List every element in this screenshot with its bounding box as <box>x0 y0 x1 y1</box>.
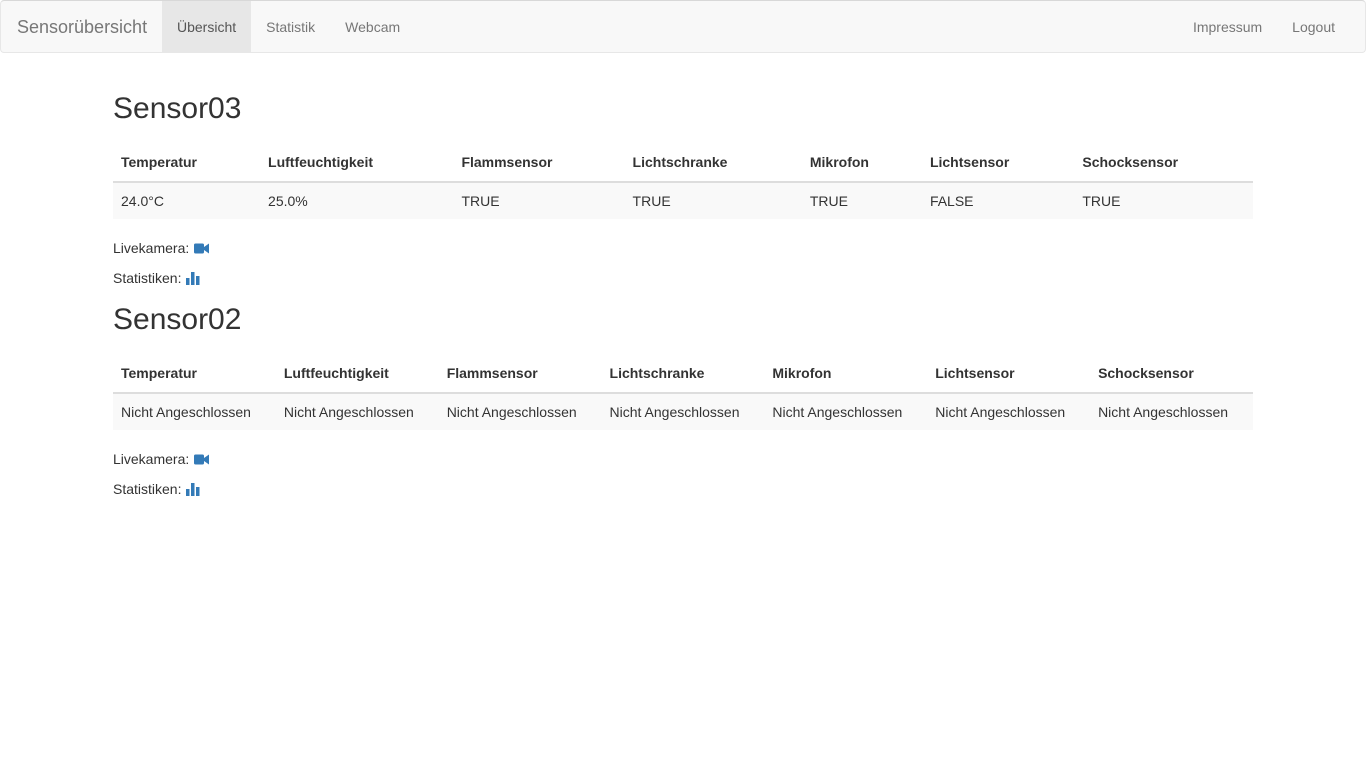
cell-lichtschranke: TRUE <box>624 182 802 219</box>
livecam-label: Livekamera: <box>113 240 190 256</box>
livecam-line: Livekamera: <box>113 450 1253 469</box>
cell-temperatur: Nicht Angeschlossen <box>113 393 276 430</box>
cell-flammsensor: TRUE <box>453 182 625 219</box>
cell-mikrofon: TRUE <box>801 182 922 219</box>
column-header-luftfeuchtigkeit: Luftfeuchtigkeit <box>260 145 454 183</box>
cell-temperatur: 24.0°C <box>113 182 261 219</box>
column-header-lichtsensor: Lichtsensor <box>921 145 1075 183</box>
column-header-luftfeuchtigkeit: Luftfeuchtigkeit <box>275 356 439 394</box>
nav-main-tabs: Übersicht Statistik Webcam <box>162 1 415 52</box>
stats-label: Statistiken: <box>113 270 182 286</box>
stats-label: Statistiken: <box>113 481 182 497</box>
nav-tab-uebersicht[interactable]: Übersicht <box>162 1 252 52</box>
cell-lichtsensor: Nicht Angeschlossen <box>927 393 1091 430</box>
cell-lichtschranke: Nicht Angeschlossen <box>601 393 765 430</box>
bar-chart-icon[interactable] <box>186 483 200 496</box>
sensor-block-sensor02: Sensor02 Temperatur Luftfeuchtigkeit Fla… <box>113 299 1253 499</box>
sensor-title: Sensor03 <box>113 92 242 125</box>
column-header-schocksensor: Schocksensor <box>1090 356 1253 394</box>
nav-tab-webcam[interactable]: Webcam <box>330 1 415 52</box>
cell-lichtsensor: FALSE <box>921 182 1075 219</box>
sensor-block-sensor03: Sensor03 Temperatur Luftfeuchtigkeit Fla… <box>113 88 1253 288</box>
column-header-flammsensor: Flammsensor <box>438 356 602 394</box>
cell-schocksensor: TRUE <box>1074 182 1253 219</box>
stats-line: Statistiken: <box>113 480 1253 499</box>
column-header-flammsensor: Flammsensor <box>453 145 625 183</box>
main-content: Sensor03 Temperatur Luftfeuchtigkeit Fla… <box>113 88 1253 510</box>
column-header-mikrofon: Mikrofon <box>764 356 928 394</box>
sensor-table: Temperatur Luftfeuchtigkeit Flammsensor … <box>113 145 1253 219</box>
table-header-row: Temperatur Luftfeuchtigkeit Flammsensor … <box>113 145 1253 183</box>
table-row: 24.0°C 25.0% TRUE TRUE TRUE FALSE TRUE <box>113 182 1253 219</box>
table-header-row: Temperatur Luftfeuchtigkeit Flammsensor … <box>113 356 1253 394</box>
nav-link-logout[interactable]: Logout <box>1277 1 1350 52</box>
cell-luftfeuchtigkeit: 25.0% <box>260 182 454 219</box>
cell-mikrofon: Nicht Angeschlossen <box>764 393 928 430</box>
nav-link-impressum[interactable]: Impressum <box>1178 1 1277 52</box>
stats-line: Statistiken: <box>113 269 1253 288</box>
column-header-lichtsensor: Lichtsensor <box>927 356 1091 394</box>
nav-tab-statistik[interactable]: Statistik <box>251 1 330 52</box>
livecam-label: Livekamera: <box>113 451 190 467</box>
column-header-lichtschranke: Lichtschranke <box>624 145 802 183</box>
top-navbar: Sensorübersicht Übersicht Statistik Webc… <box>0 0 1366 53</box>
column-header-lichtschranke: Lichtschranke <box>601 356 765 394</box>
sensor-table: Temperatur Luftfeuchtigkeit Flammsensor … <box>113 356 1253 430</box>
column-header-mikrofon: Mikrofon <box>801 145 922 183</box>
video-camera-icon[interactable] <box>194 454 210 465</box>
column-header-schocksensor: Schocksensor <box>1074 145 1253 183</box>
table-row: Nicht Angeschlossen Nicht Angeschlossen … <box>113 393 1253 430</box>
column-header-temperatur: Temperatur <box>113 356 276 394</box>
cell-luftfeuchtigkeit: Nicht Angeschlossen <box>275 393 439 430</box>
cell-flammsensor: Nicht Angeschlossen <box>438 393 602 430</box>
nav-right-links: Impressum Logout <box>1178 1 1350 52</box>
livecam-line: Livekamera: <box>113 239 1253 258</box>
navbar-brand[interactable]: Sensorübersicht <box>17 1 147 52</box>
bar-chart-icon[interactable] <box>186 272 200 285</box>
column-header-temperatur: Temperatur <box>113 145 261 183</box>
cell-schocksensor: Nicht Angeschlossen <box>1090 393 1253 430</box>
sensor-title: Sensor02 <box>113 303 242 336</box>
video-camera-icon[interactable] <box>194 243 210 254</box>
